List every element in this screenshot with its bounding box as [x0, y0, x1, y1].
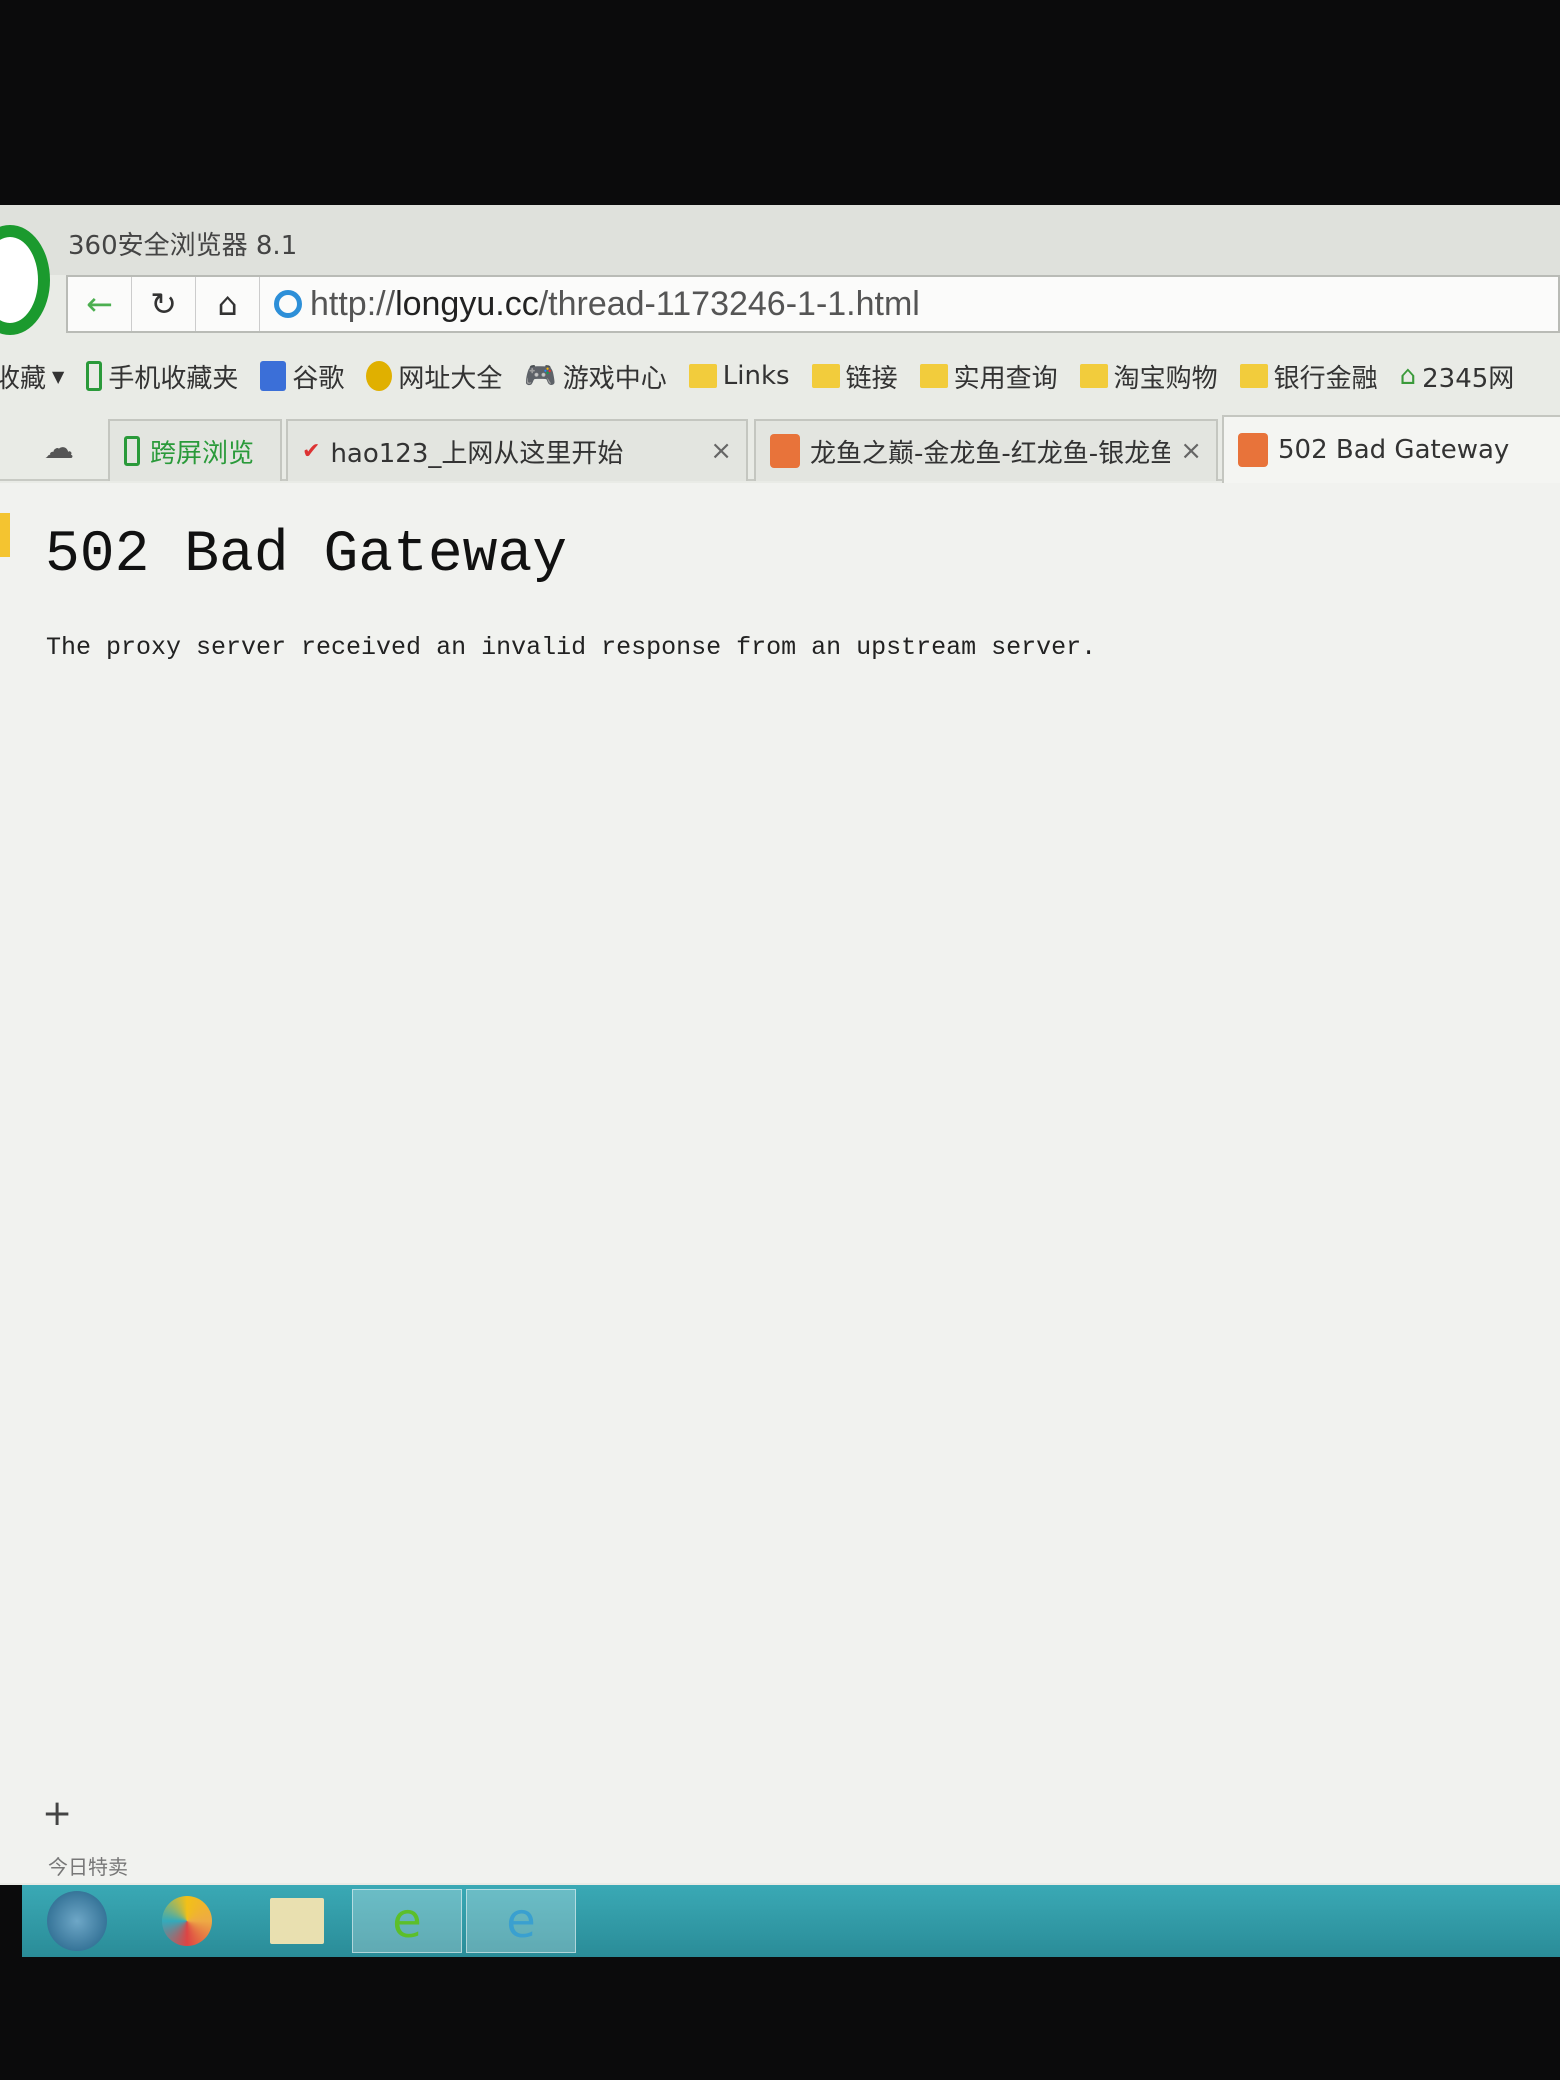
- tab-label: 502 Bad Gateway: [1278, 435, 1510, 465]
- bookmark-links-cn[interactable]: 链接: [811, 358, 898, 395]
- bookmark-bank[interactable]: 银行金融: [1239, 358, 1378, 395]
- chevron-down-icon: ▼: [52, 366, 65, 386]
- taskbar-app-icon[interactable]: [132, 1889, 242, 1953]
- add-icon[interactable]: +: [42, 1793, 72, 1834]
- url-domain: longyu.cc: [395, 284, 539, 323]
- window-title: 360安全浏览器 8.1: [68, 231, 298, 261]
- bookmark-taobao[interactable]: 淘宝购物: [1079, 358, 1218, 395]
- bookmark-label: Links: [722, 361, 790, 391]
- house-icon: ⌂: [1399, 361, 1417, 391]
- bookmarks-bar: 收藏 ▼ 手机收藏夹 谷歌 网址大全 🎮 游戏中心 Links 链接 实用查询 淘宝…: [0, 350, 1560, 402]
- address-bar[interactable]: http://longyu.cc/thread-1173246-1-1.html: [310, 285, 920, 324]
- sidebar-handle[interactable]: [0, 513, 10, 557]
- bookmark-label: 银行金融: [1273, 363, 1378, 394]
- url-path: /thread-1173246-1-1.html: [538, 284, 920, 323]
- close-tab-button[interactable]: ×: [710, 436, 732, 466]
- bookmark-mobile[interactable]: 手机收藏夹: [86, 358, 238, 395]
- gamepad-icon: 🎮: [524, 361, 557, 391]
- taskbar-ie[interactable]: e: [466, 1889, 576, 1953]
- url-scheme: http://: [310, 284, 396, 323]
- browser-window: 360安全浏览器 8.1 ← ↻ ⌂ http://longyu.cc/thre…: [0, 205, 1560, 1885]
- tab-cross-screen[interactable]: 跨屏浏览: [108, 419, 282, 481]
- toolbar: ← ↻ ⌂ http://longyu.cc/thread-1173246-1-…: [66, 275, 1560, 333]
- site-favicon-icon: [770, 434, 800, 468]
- page-title: 502 Bad Gateway: [45, 523, 568, 588]
- bookmark-label: 网址大全: [398, 363, 503, 394]
- folder-icon: [688, 364, 717, 388]
- bookmark-label: 2345网: [1422, 363, 1515, 394]
- reload-button[interactable]: ↻: [132, 277, 196, 331]
- phone-icon: [86, 361, 103, 391]
- title-bar: 360安全浏览器 8.1: [0, 205, 1560, 335]
- daily-deals-link[interactable]: 今日特卖: [48, 1851, 128, 1880]
- bookmark-query[interactable]: 实用查询: [919, 358, 1058, 395]
- tab-label: hao123_上网从这里开始: [330, 438, 624, 469]
- bookmark-label: 淘宝购物: [1113, 363, 1218, 394]
- tab-longyu[interactable]: 龙鱼之巅-金龙鱼-红龙鱼-银龙鱼 ×: [754, 419, 1218, 481]
- bookmark-label: 收藏: [0, 363, 47, 394]
- site-icon: [274, 290, 302, 318]
- taskbar-explorer[interactable]: [242, 1889, 352, 1953]
- bookmark-label: 谷歌: [292, 363, 345, 394]
- hao123-icon: ✔: [302, 438, 321, 464]
- tab-bar: ☁ 跨屏浏览 ✔ hao123_上网从这里开始 × 龙鱼之巅-金龙鱼-红龙鱼-银龙鱼…: [0, 413, 1560, 483]
- windows-logo-icon: [47, 1891, 107, 1951]
- site-favicon-icon: [1238, 433, 1268, 467]
- 360-browser-logo-icon: [0, 225, 50, 335]
- folder-icon: [811, 364, 840, 388]
- bookmark-label: 实用查询: [953, 363, 1058, 394]
- bookmark-label: 链接: [845, 363, 898, 394]
- bookmark-label: 游戏中心: [562, 363, 667, 394]
- folder-icon: [1239, 364, 1268, 388]
- taskbar: e e: [22, 1885, 1560, 1957]
- home-button[interactable]: ⌂: [196, 277, 260, 331]
- tab-label: 跨屏浏览: [150, 438, 255, 469]
- bookmark-sites[interactable]: 网址大全: [366, 358, 502, 395]
- bookmark-2345[interactable]: ⌂ 2345网: [1400, 358, 1515, 395]
- tab-hao123[interactable]: ✔ hao123_上网从这里开始 ×: [286, 419, 748, 481]
- back-button[interactable]: ←: [68, 277, 132, 331]
- error-message: The proxy server received an invalid res…: [46, 633, 1097, 662]
- cloud-icon[interactable]: ☁: [44, 431, 74, 466]
- bookmark-label: 手机收藏夹: [108, 363, 239, 394]
- bookmark-games[interactable]: 🎮 游戏中心: [524, 358, 666, 395]
- page-content: 502 Bad Gateway The proxy server receive…: [0, 483, 1560, 1883]
- app-icon: [162, 1896, 212, 1946]
- folder-icon: [270, 1898, 324, 1944]
- tab-label: 龙鱼之巅-金龙鱼-红龙鱼-银龙鱼: [810, 438, 1170, 469]
- taskbar-360-browser[interactable]: e: [352, 1889, 462, 1953]
- tab-502-bad-gateway[interactable]: 502 Bad Gateway: [1222, 415, 1560, 483]
- internet-explorer-icon: e: [506, 1893, 536, 1949]
- folder-icon: [919, 364, 948, 388]
- start-button[interactable]: [22, 1889, 132, 1953]
- bookmark-favorites[interactable]: 收藏 ▼: [0, 358, 64, 395]
- folder-icon: [1079, 364, 1108, 388]
- close-tab-button[interactable]: ×: [1180, 436, 1202, 466]
- phone-icon: [124, 436, 140, 466]
- plus-circle-icon: [366, 361, 393, 391]
- google-icon: [260, 361, 287, 391]
- 360-browser-icon: e: [392, 1893, 422, 1949]
- bookmark-google[interactable]: 谷歌: [260, 358, 344, 395]
- bookmark-links[interactable]: Links: [688, 361, 790, 391]
